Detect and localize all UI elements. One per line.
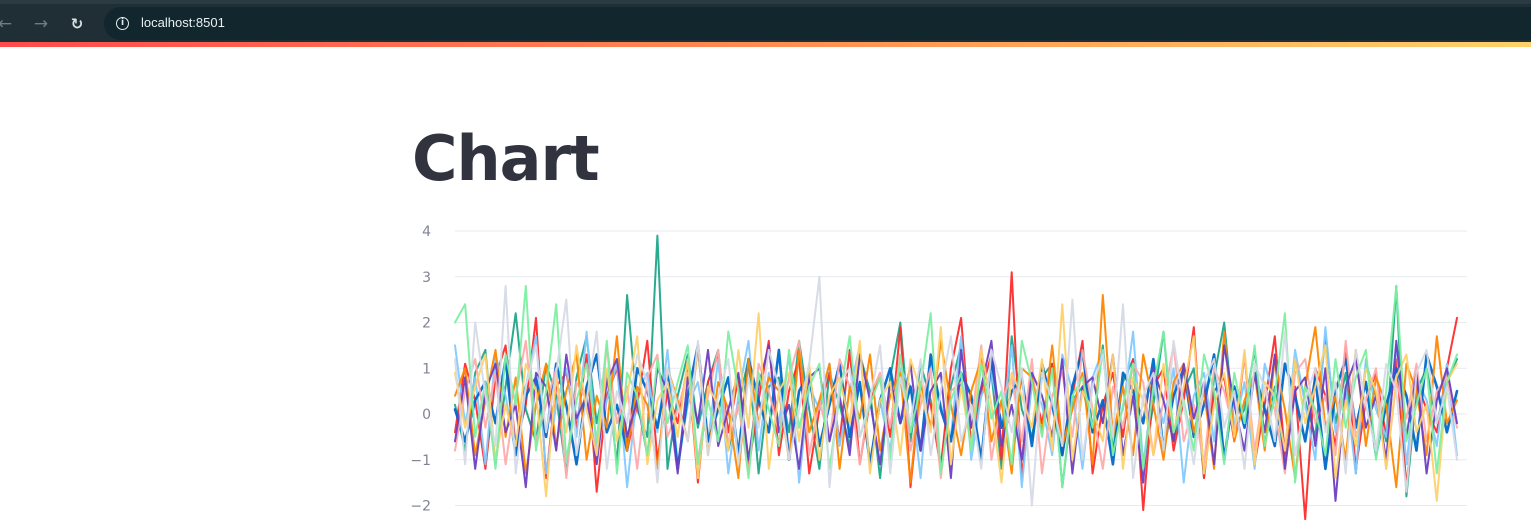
data-series	[453, 234, 1459, 521]
back-arrow-icon[interactable]: ←	[0, 10, 19, 38]
y-tick-label: −2	[410, 499, 431, 515]
y-axis-ticks: 4 3 2 1 0 −1 −2	[410, 224, 431, 515]
y-tick-label: 2	[422, 316, 431, 332]
line-chart-container: 4 3 2 1 0 −1 −2	[400, 210, 1490, 521]
site-info-icon[interactable]: i	[116, 17, 129, 30]
reload-icon[interactable]: ↻	[63, 10, 91, 38]
line-chart: 4 3 2 1 0 −1 −2	[410, 224, 1467, 521]
browser-toolbar: ← → ↻ i localhost:8501	[0, 0, 1531, 42]
page-title: Chart	[412, 122, 600, 195]
address-bar[interactable]: i localhost:8501	[104, 7, 1531, 40]
top-gradient-bar	[0, 42, 1531, 47]
y-tick-label: 1	[422, 361, 431, 377]
y-tick-label: −1	[410, 453, 431, 469]
y-tick-label: 0	[422, 407, 431, 423]
forward-arrow-icon[interactable]: →	[27, 10, 55, 38]
y-tick-label: 3	[422, 270, 431, 286]
y-tick-label: 4	[422, 224, 431, 240]
url-text[interactable]: localhost:8501	[141, 15, 225, 30]
